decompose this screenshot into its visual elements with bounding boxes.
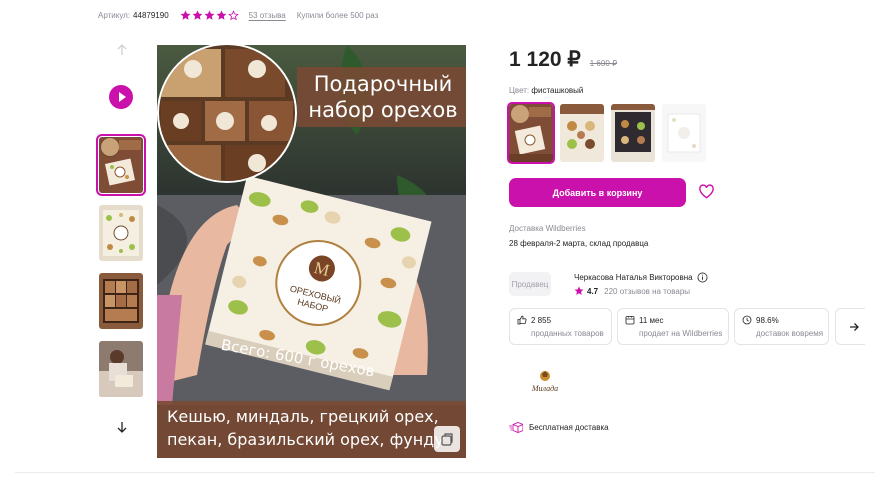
divider (15, 472, 875, 473)
clock-icon (742, 315, 752, 325)
caption-line2: пекан, бразильский орех, фунду (167, 430, 444, 449)
delivery-label: Доставка Wildberries (509, 224, 586, 233)
product-meta-bar: Артикул: 44879190 53 отзыва Купили более… (98, 8, 378, 22)
article-label: Артикул: (98, 10, 131, 20)
calendar-icon (625, 316, 635, 325)
star-icon (204, 10, 214, 20)
main-product-image[interactable]: M ОРЕХОВЫЙ НАБОР Подарочный набор орехов… (157, 45, 466, 458)
arrow-up-icon[interactable] (115, 43, 129, 57)
seller-rating-row: 4.7 220 отзывов на товары (574, 286, 690, 296)
copy-icon (441, 433, 453, 446)
seller-name-row: Черкасова Наталья Викторовна (574, 272, 708, 283)
brand-logo[interactable]: Милада (526, 368, 564, 398)
delivery-dates: 28 февраля-2 марта, склад продавца (509, 239, 649, 248)
copy-image-button[interactable] (434, 426, 460, 452)
stat-ontime-value: 98.6% (756, 315, 779, 325)
banner-title-line1: Подарочный (314, 72, 453, 96)
arrow-down-icon[interactable] (115, 420, 129, 434)
rating-stars (180, 9, 240, 21)
stat-card-tenure: 11 мес продает на Wildberries (617, 308, 729, 345)
star-icon (192, 10, 202, 20)
banner-title-line2: набор орехов (308, 98, 457, 122)
thumbnail-person-with-box[interactable] (99, 341, 143, 397)
reviews-link[interactable]: 53 отзыва (249, 11, 286, 20)
delivery-box-icon (509, 422, 523, 433)
color-value: фисташковый (531, 86, 584, 95)
stat-card-sold: 2 855 проданных товаров (509, 308, 612, 345)
price-block: 1 120 ₽ 1 600 ₽ (509, 47, 617, 72)
article-number[interactable]: 44879190 (133, 11, 169, 20)
thumbs-up-icon (517, 315, 527, 325)
old-price: 1 600 ₽ (589, 59, 618, 68)
heart-icon[interactable] (698, 183, 715, 200)
variant-white-gift-box[interactable] (662, 104, 706, 162)
star-empty-icon (227, 9, 239, 20)
variant-box-with-nuts[interactable] (507, 102, 555, 164)
bought-count: Купили более 500 раз (296, 10, 379, 20)
stat-sold-value: 2 855 (531, 315, 552, 325)
variant-nut-assortment[interactable] (560, 104, 604, 162)
thumbnail-box-with-nuts[interactable] (96, 134, 146, 196)
seller-reviews[interactable]: 220 отзывов на товары (604, 287, 690, 296)
stat-card-ontime: 98.6% доставок вовремя (734, 308, 829, 345)
delivery-info: Доставка Wildberries 28 февраля-2 марта,… (509, 224, 648, 248)
arrow-right-icon[interactable] (845, 318, 863, 336)
stat-tenure-label: продает на Wildberries (639, 329, 723, 338)
seller-rating-value: 4.7 (587, 286, 599, 296)
color-selector-label: Цвет: фисташковый (509, 86, 583, 95)
current-price: 1 120 ₽ (509, 48, 581, 71)
add-to-cart-button[interactable]: Добавить в корзину (509, 178, 686, 207)
free-delivery-text: Бесплатная доставка (529, 423, 609, 432)
play-video-button[interactable] (109, 85, 133, 109)
seller-badge: Продавец (509, 272, 551, 296)
variant-dark-gift-box[interactable] (611, 104, 655, 162)
stat-sold-label: проданных товаров (531, 329, 604, 338)
stat-ontime-label: доставок вовремя (756, 329, 824, 338)
info-icon[interactable] (697, 272, 708, 283)
seller-name[interactable]: Черкасова Наталья Викторовна (574, 273, 693, 282)
star-icon (574, 286, 584, 295)
stat-tenure-value: 11 мес (639, 315, 664, 325)
color-variants (507, 102, 713, 164)
star-icon (216, 10, 226, 20)
caption-line1: Кешью, миндаль, грецкий орех, (167, 407, 439, 426)
star-icon (180, 10, 190, 20)
free-delivery-row: Бесплатная доставка (509, 422, 609, 433)
thumbnail-nut-assortment[interactable] (99, 205, 143, 261)
color-label: Цвет: (509, 86, 530, 95)
thumbnail-gift-box[interactable] (99, 273, 143, 329)
brand-name: Милада (531, 384, 558, 393)
